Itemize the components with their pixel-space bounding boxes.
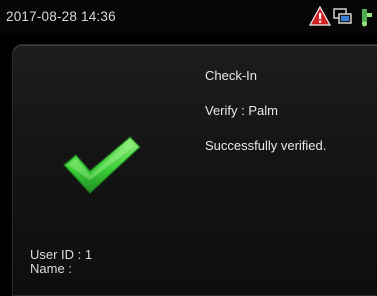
user-info: User ID : 1 Name : bbox=[30, 248, 92, 276]
event-label: Check-In bbox=[205, 68, 258, 83]
datetime: 2017-08-28 14:36 bbox=[6, 9, 116, 24]
status-bar: 2017-08-28 14:36 bbox=[0, 0, 377, 33]
usb-icon bbox=[357, 7, 375, 32]
status-icons bbox=[307, 5, 377, 31]
device-screen: 2017-08-28 14:36 Check-In Verify: Palm … bbox=[0, 0, 377, 296]
check-icon bbox=[62, 135, 142, 197]
result-message: Successfully verified. bbox=[205, 138, 327, 153]
user-id-label: User ID : 1 bbox=[30, 247, 93, 262]
network-icon bbox=[333, 8, 353, 31]
user-name-label: Name : bbox=[30, 261, 72, 276]
warning-icon bbox=[308, 5, 332, 31]
verify-method-label: Verify : Palm bbox=[205, 103, 278, 118]
